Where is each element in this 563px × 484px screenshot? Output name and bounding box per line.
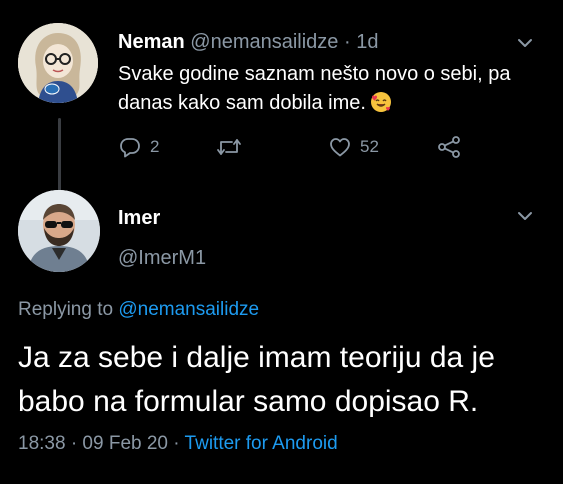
retweet-button[interactable] bbox=[216, 134, 250, 160]
replying-to-label: Replying to bbox=[18, 299, 114, 320]
tweet-source-link[interactable]: Twitter for Android bbox=[185, 433, 338, 454]
parent-handle[interactable]: @nemansailidze bbox=[190, 31, 338, 53]
parent-avatar[interactable] bbox=[18, 23, 98, 103]
reply-count: 2 bbox=[150, 137, 160, 156]
reply-handle[interactable]: @ImerM1 bbox=[118, 246, 206, 270]
parent-tweet-header: Neman @nemansailidze · 1d bbox=[118, 29, 378, 55]
like-icon bbox=[330, 138, 350, 157]
avatar-man-sunglasses-icon bbox=[18, 190, 100, 272]
tweet-screen: Neman @nemansailidze · 1d Svake godine s… bbox=[0, 0, 563, 484]
share-button[interactable] bbox=[436, 134, 462, 160]
reply-timestamp[interactable]: 18:38 · 09 Feb 20 bbox=[18, 433, 168, 454]
parent-time[interactable]: 1d bbox=[356, 31, 378, 53]
chevron-down-icon[interactable] bbox=[516, 207, 534, 225]
replying-to-line: Replying to @nemansailidze bbox=[18, 298, 259, 322]
meta-separator: · bbox=[173, 433, 180, 454]
parent-display-name[interactable]: Neman bbox=[118, 31, 185, 53]
reply-tweet-meta: 18:38 · 09 Feb 20 · Twitter for Android bbox=[18, 432, 338, 456]
chevron-down-icon[interactable] bbox=[516, 34, 534, 52]
reply-tweet-text: Ja za sebe i dalje imam teoriju da je ba… bbox=[18, 341, 495, 418]
emoji-icon bbox=[370, 92, 391, 112]
parent-tweet-text: Svake godine saznam nešto novo o sebi, p… bbox=[118, 60, 518, 118]
reply-avatar[interactable] bbox=[18, 190, 100, 272]
like-count: 52 bbox=[360, 137, 379, 156]
parent-tweet-actions: 2 52 bbox=[118, 134, 478, 160]
reply-display-name[interactable]: Imer bbox=[118, 206, 160, 230]
avatar-cartoon-woman-icon bbox=[18, 23, 98, 103]
retweet-icon bbox=[217, 139, 241, 155]
like-button[interactable]: 52 bbox=[328, 134, 379, 160]
reply-icon bbox=[120, 138, 140, 158]
parent-time-separator: · bbox=[343, 31, 351, 53]
parent-tweet-text-content: Svake godine saznam nešto novo o sebi, p… bbox=[118, 63, 511, 114]
thread-connector-line bbox=[58, 118, 61, 196]
reply-button[interactable]: 2 bbox=[118, 134, 159, 160]
replying-to-mention-link[interactable]: @nemansailidze bbox=[118, 299, 259, 320]
share-icon bbox=[438, 136, 460, 158]
